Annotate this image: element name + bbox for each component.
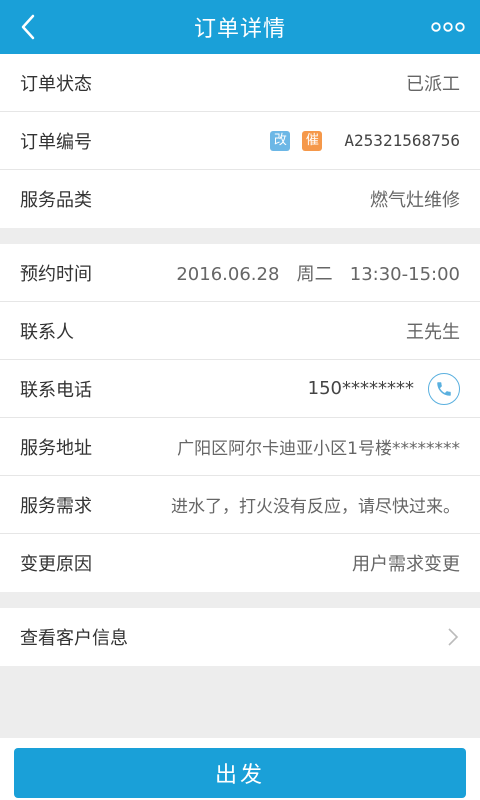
order-status-value: 已派工 bbox=[406, 73, 460, 95]
appointment-time-row: 预约时间 2016.06.28 周二 13:30-15:00 bbox=[0, 244, 480, 302]
service-category-row: 服务品类 燃气灶维修 bbox=[0, 170, 480, 228]
contact-value: 王先生 bbox=[406, 321, 460, 343]
more-dots-icon[interactable] bbox=[430, 14, 466, 40]
service-need-value: 进水了，打火没有反应，请尽快过来。 bbox=[171, 497, 460, 517]
order-number-value: A25321568756 bbox=[344, 131, 460, 150]
modified-badge: 改 bbox=[270, 130, 291, 151]
appointment-group: 预约时间 2016.06.28 周二 13:30-15:00 联系人 王先生 联… bbox=[0, 244, 480, 592]
address-label: 服务地址 bbox=[20, 437, 92, 459]
contact-row: 联系人 王先生 bbox=[0, 302, 480, 360]
order-number-row: 订单编号 改 催 A25321568756 bbox=[0, 112, 480, 170]
view-customer-info-row[interactable]: 查看客户信息 bbox=[0, 608, 480, 666]
view-customer-info-label: 查看客户信息 bbox=[20, 628, 128, 649]
phone-row: 联系电话 150******** bbox=[0, 360, 480, 418]
contact-label: 联系人 bbox=[20, 321, 74, 343]
change-reason-label: 变更原因 bbox=[20, 554, 92, 575]
appointment-time-label: 预约时间 bbox=[20, 263, 92, 285]
service-category-label: 服务品类 bbox=[20, 190, 92, 211]
appointment-time-value: 2016.06.28 周二 13:30-15:00 bbox=[176, 263, 460, 285]
urge-badge: 催 bbox=[302, 130, 323, 151]
change-reason-row: 变更原因 用户需求变更 bbox=[0, 534, 480, 592]
order-number-label: 订单编号 bbox=[20, 131, 92, 153]
phone-value: 150******** bbox=[307, 378, 414, 399]
depart-button[interactable]: 出发 bbox=[14, 748, 466, 798]
phone-label: 联系电话 bbox=[20, 379, 92, 401]
phone-icon bbox=[437, 381, 451, 396]
address-row: 服务地址 广阳区阿尔卡迪亚小区1号楼******** bbox=[0, 418, 480, 476]
order-info-group: 订单状态 已派工 订单编号 改 催 A25321568756 服务品类 燃气灶维… bbox=[0, 54, 480, 228]
title-bar: 订单详情 bbox=[0, 0, 480, 54]
change-reason-value: 用户需求变更 bbox=[352, 554, 460, 575]
address-value: 广阳区阿尔卡迪亚小区1号楼******** bbox=[177, 439, 460, 459]
back-arrow-icon[interactable] bbox=[14, 12, 44, 42]
service-category-value: 燃气灶维修 bbox=[370, 190, 460, 211]
call-button[interactable] bbox=[428, 372, 460, 405]
service-need-label: 服务需求 bbox=[20, 495, 92, 517]
footer-bar: 出发 bbox=[0, 738, 480, 800]
order-status-row: 订单状态 已派工 bbox=[0, 54, 480, 112]
order-status-label: 订单状态 bbox=[20, 73, 92, 95]
page-title: 订单详情 bbox=[193, 17, 286, 42]
chevron-right-icon bbox=[448, 628, 459, 646]
customer-group: 查看客户信息 bbox=[0, 608, 480, 666]
service-need-row: 服务需求 进水了，打火没有反应，请尽快过来。 bbox=[0, 476, 480, 534]
